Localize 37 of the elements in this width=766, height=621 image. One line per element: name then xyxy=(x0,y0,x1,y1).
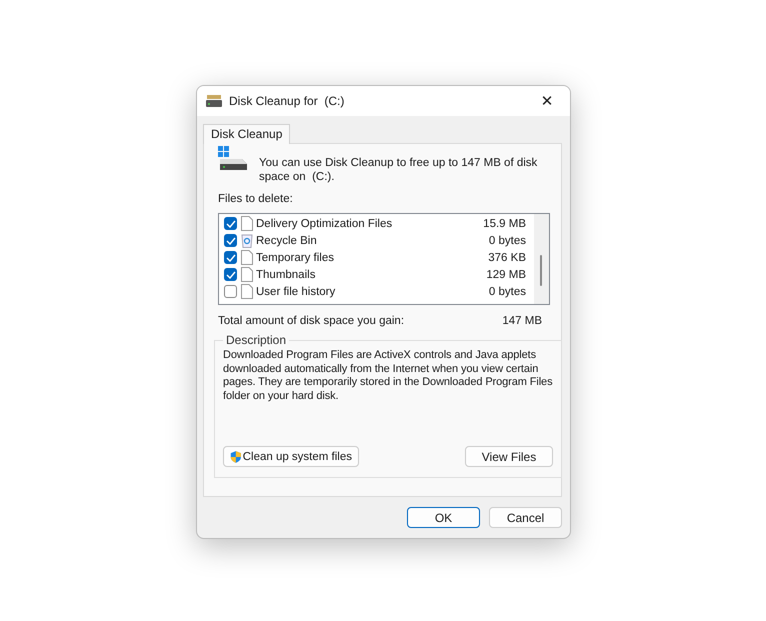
checkbox[interactable] xyxy=(224,285,237,298)
files-label: Files to delete: xyxy=(218,193,294,207)
cancel-button[interactable]: Cancel xyxy=(489,507,562,528)
window-title: Disk Cleanup for (C:) xyxy=(229,94,346,108)
file-name: User file history xyxy=(256,286,336,298)
total-label: Total amount of disk space you gain: xyxy=(218,315,404,329)
view-files-button[interactable]: View Files xyxy=(465,446,553,467)
drive-icon xyxy=(205,94,223,108)
group-title: Description xyxy=(225,333,288,347)
ok-button[interactable]: OK xyxy=(407,507,480,528)
file-name: Recycle Bin xyxy=(256,234,318,246)
file-icon xyxy=(241,250,253,265)
checkbox[interactable] xyxy=(224,251,237,264)
description-text: Downloaded Program Files are ActiveX controls and Java applets downloaded automatically from the Internet when you view certain pages. They are temporarily stored in the Downloaded Program Files folder on your hard disk. xyxy=(223,349,553,403)
tab[interactable]: Disk Cleanup xyxy=(203,124,290,144)
file-name: Delivery Optimization Files xyxy=(256,218,394,230)
checkbox[interactable] xyxy=(224,217,237,230)
file-icon xyxy=(241,284,253,299)
file-name: Temporary files xyxy=(256,252,335,264)
close-button[interactable]: ✕ xyxy=(524,86,570,116)
file-icon xyxy=(241,216,253,231)
file-name: Thumbnails xyxy=(256,268,316,280)
file-icon xyxy=(241,267,253,282)
clean-up-system-files-button[interactable]: Clean up system files xyxy=(223,446,359,467)
file-size: 0 bytes xyxy=(488,286,526,298)
recycle-bin-icon xyxy=(241,233,253,248)
intro-text: You can use Disk Cleanup to free up to 147 MB of disk space on (C:). xyxy=(259,156,538,184)
scrollbar[interactable] xyxy=(534,214,549,304)
file-size: 0 bytes xyxy=(488,234,526,246)
file-size: 15.9 MB xyxy=(483,218,526,230)
checkbox[interactable] xyxy=(224,268,237,281)
drive-icon xyxy=(218,146,248,172)
checkbox[interactable] xyxy=(224,234,237,247)
file-size: 129 MB xyxy=(486,268,526,280)
shield-icon xyxy=(230,448,242,464)
file-size: 376 KB xyxy=(488,252,526,264)
total-value: 147 MB xyxy=(502,315,542,329)
